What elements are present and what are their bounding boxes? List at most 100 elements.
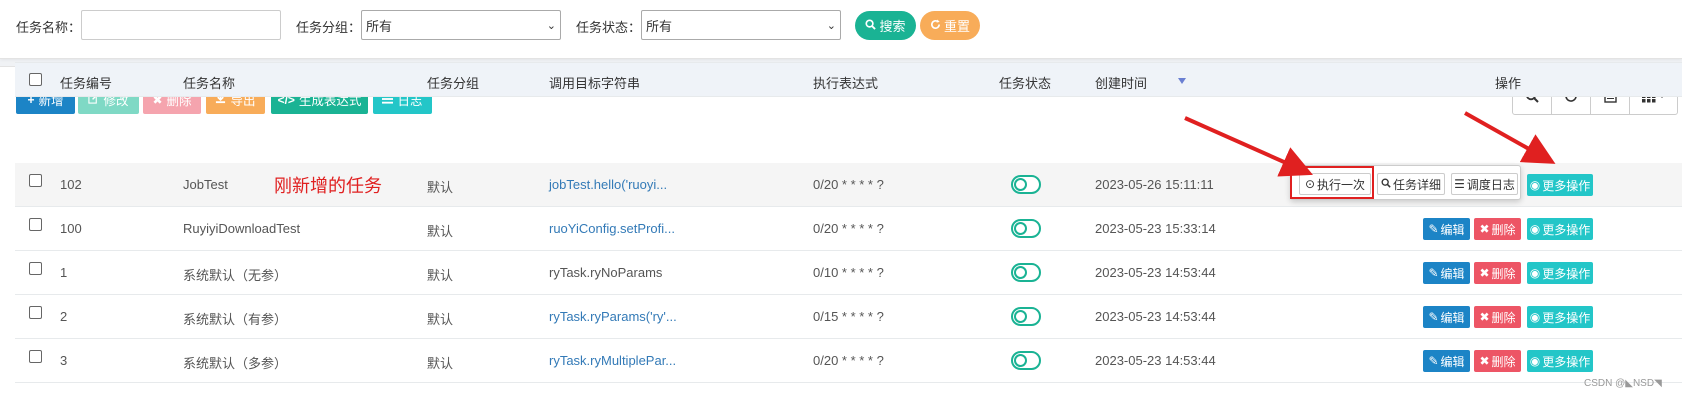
- task-group: 默认: [427, 312, 454, 327]
- table-row[interactable]: 100 RuyiyiDownloadTest 默认 ruoYiConfig.se…: [15, 207, 1682, 251]
- task-name: RuyiyiDownloadTest: [183, 221, 301, 236]
- task-detail-label: 任务详细: [1392, 177, 1441, 192]
- cron-expression: 0/10 * * * * ?: [813, 265, 884, 280]
- more-actions-button[interactable]: ◉ 更多操作: [1527, 350, 1593, 372]
- search-icon: [865, 18, 877, 33]
- delete-row-label: 删除: [1491, 354, 1516, 369]
- delete-row-label: 删除: [1491, 222, 1516, 237]
- delete-row-button[interactable]: ✖ 删除: [1474, 350, 1521, 372]
- header-create-time[interactable]: 创建时间: [1095, 73, 1147, 92]
- watermark: CSDN @◣NSD◥: [1584, 378, 1662, 389]
- task-status-select[interactable]: 所有 ⌄: [641, 10, 841, 40]
- more-actions-button[interactable]: ◉ 更多操作: [1527, 262, 1593, 284]
- header-task-group[interactable]: 任务分组: [427, 73, 479, 92]
- status-toggle[interactable]: [1011, 351, 1041, 370]
- refresh-icon: [930, 18, 941, 33]
- search-button[interactable]: 搜索: [855, 11, 916, 40]
- delete-row-label: 删除: [1491, 266, 1516, 281]
- header-actions: 操作: [1495, 76, 1522, 91]
- chevron-circle-icon: ◉: [1529, 266, 1541, 280]
- edit-icon: ✎: [1428, 222, 1439, 236]
- row-checkbox[interactable]: [29, 262, 42, 275]
- search-panel: 任务名称： 任务分组： 所有 ⌄ 任务状态： 所有 ⌄ 搜索 重置: [0, 0, 1682, 59]
- more-actions-label: 更多操作: [1542, 178, 1591, 193]
- table-row[interactable]: 1 系统默认（无参） 默认 ryTask.ryNoParams 0/10 * *…: [15, 251, 1682, 295]
- table-row[interactable]: 3 系统默认（多参） 默认 ryTask.ryMultiplePar... 0/…: [15, 339, 1682, 383]
- more-actions-button[interactable]: ◉ 更多操作: [1527, 174, 1593, 196]
- schedule-log-button[interactable]: ☰ 调度日志: [1451, 173, 1518, 195]
- create-time: 2023-05-23 14:53:44: [1095, 309, 1216, 324]
- invoke-target-link[interactable]: ruoYiConfig.setProfi...: [549, 221, 675, 236]
- row-checkbox[interactable]: [29, 306, 42, 319]
- row-checkbox[interactable]: [29, 350, 42, 363]
- more-actions-button[interactable]: ◉ 更多操作: [1527, 306, 1593, 328]
- select-all-checkbox[interactable]: [29, 73, 42, 86]
- status-toggle[interactable]: [1011, 307, 1041, 326]
- edit-icon: ✎: [1428, 354, 1439, 368]
- chevron-down-icon: ⌄: [826, 19, 836, 32]
- header-invoke-target[interactable]: 调用目标字符串: [549, 73, 640, 92]
- header-task-name[interactable]: 任务名称: [183, 73, 235, 92]
- cron-expression: 0/20 * * * * ?: [813, 353, 884, 368]
- chevron-circle-icon: ◉: [1529, 310, 1541, 324]
- task-id: 2: [60, 309, 68, 324]
- delete-row-button[interactable]: ✖ 删除: [1474, 262, 1521, 284]
- reset-button[interactable]: 重置: [920, 11, 980, 40]
- chevron-circle-icon: ◉: [1529, 222, 1541, 236]
- row-checkbox[interactable]: [29, 174, 42, 187]
- edit-row-label: 编辑: [1440, 266, 1465, 281]
- edit-row-button[interactable]: ✎ 编辑: [1423, 218, 1470, 240]
- invoke-target: ryTask.ryNoParams: [549, 265, 663, 280]
- close-icon: ✖: [1479, 310, 1490, 324]
- more-actions-button[interactable]: ◉ 更多操作: [1527, 218, 1593, 240]
- cron-expression: 0/15 * * * * ?: [813, 309, 884, 324]
- delete-row-button[interactable]: ✖ 删除: [1474, 218, 1521, 240]
- status-toggle[interactable]: [1011, 263, 1041, 282]
- edit-row-button[interactable]: ✎ 编辑: [1423, 306, 1470, 328]
- task-name: 系统默认（有参）: [183, 312, 288, 327]
- reset-button-label: 重置: [943, 19, 970, 34]
- task-group-select[interactable]: 所有 ⌄: [361, 10, 561, 40]
- close-icon: ✖: [1479, 266, 1490, 280]
- header-task-status[interactable]: 任务状态: [999, 73, 1051, 92]
- task-id: 1: [60, 265, 68, 280]
- invoke-target-link[interactable]: ryTask.ryParams('ry'...: [549, 309, 677, 324]
- table-row[interactable]: 2 系统默认（有参） 默认 ryTask.ryParams('ry'... 0/…: [15, 295, 1682, 339]
- more-actions-label: 更多操作: [1542, 222, 1591, 237]
- create-time: 2023-05-23 14:53:44: [1095, 353, 1216, 368]
- invoke-target-link[interactable]: jobTest.hello('ruoyi...: [549, 177, 667, 192]
- sort-desc-icon: [1178, 78, 1186, 84]
- status-toggle[interactable]: [1011, 175, 1041, 194]
- task-id: 102: [60, 177, 82, 192]
- chevron-circle-icon: ◉: [1529, 354, 1541, 368]
- delete-row-button[interactable]: ✖ 删除: [1474, 306, 1521, 328]
- task-id: 100: [60, 221, 82, 236]
- task-name-input[interactable]: [81, 10, 281, 40]
- task-detail-button[interactable]: 任务详细: [1377, 173, 1445, 195]
- edit-icon: ✎: [1428, 310, 1439, 324]
- task-group: 默认: [427, 180, 454, 195]
- edit-row-button[interactable]: ✎ 编辑: [1423, 262, 1470, 284]
- invoke-target-link[interactable]: ryTask.ryMultiplePar...: [549, 353, 676, 368]
- status-toggle[interactable]: [1011, 219, 1041, 238]
- toggle-knob: [1014, 178, 1027, 191]
- edit-row-button[interactable]: ✎ 编辑: [1423, 350, 1470, 372]
- close-icon: ✖: [1479, 222, 1490, 236]
- task-id: 3: [60, 353, 68, 368]
- task-status-label: 任务状态：: [576, 20, 642, 35]
- header-cron-expression[interactable]: 执行表达式: [813, 73, 878, 92]
- task-name: 系统默认（多参）: [183, 356, 288, 371]
- task-group: 默认: [427, 356, 454, 371]
- search-icon: [1381, 177, 1391, 191]
- task-name-label: 任务名称：: [16, 20, 82, 35]
- header-task-id[interactable]: 任务编号: [60, 73, 112, 92]
- chevron-circle-icon: ◉: [1529, 178, 1541, 192]
- create-time: 2023-05-23 15:33:14: [1095, 221, 1216, 236]
- more-actions-label: 更多操作: [1542, 266, 1591, 281]
- task-group-selected: 所有: [366, 18, 393, 34]
- row-checkbox[interactable]: [29, 218, 42, 231]
- task-status-selected: 所有: [646, 18, 673, 34]
- close-icon: ✖: [1479, 354, 1490, 368]
- table-header: 任务编号 任务名称 任务分组 调用目标字符串 执行表达式 任务状态 创建时间 操…: [15, 62, 1682, 97]
- task-group-label: 任务分组：: [296, 20, 362, 35]
